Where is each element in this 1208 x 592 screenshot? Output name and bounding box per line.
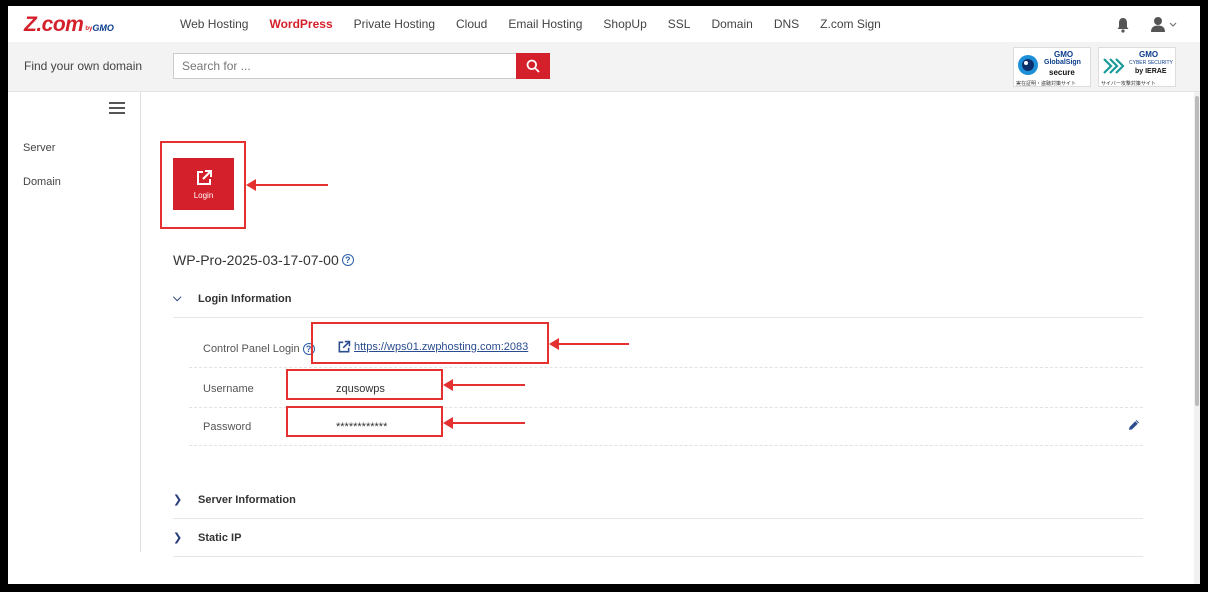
globalsign-secure: secure bbox=[1049, 68, 1075, 77]
annotation-arrow-password bbox=[443, 417, 525, 429]
nav-dns[interactable]: DNS bbox=[774, 17, 799, 31]
top-navigation: Z.com by GMO Web Hosting WordPress Priva… bbox=[8, 6, 1200, 42]
nav-domain[interactable]: Domain bbox=[711, 17, 752, 31]
nav-web-hosting[interactable]: Web Hosting bbox=[180, 17, 248, 31]
browser-viewport: Z.com by GMO Web Hosting WordPress Priva… bbox=[8, 6, 1200, 584]
sidebar-item-server[interactable]: Server bbox=[23, 142, 55, 154]
scrollbar-thumb[interactable] bbox=[1195, 96, 1199, 406]
edit-pencil-icon[interactable] bbox=[1127, 418, 1141, 432]
cyber-caption: サイバー攻撃対策サイト bbox=[1101, 81, 1156, 87]
section-server-information[interactable]: ❯ Server Information bbox=[173, 481, 1143, 519]
page-scrollbar[interactable] bbox=[1194, 92, 1200, 584]
bell-icon[interactable] bbox=[1116, 17, 1130, 33]
annotation-box-password bbox=[286, 406, 443, 437]
nav-ssl[interactable]: SSL bbox=[668, 17, 691, 31]
nav-cloud[interactable]: Cloud bbox=[456, 17, 487, 31]
page-title: WP-Pro-2025-03-17-07-00 ? bbox=[173, 252, 354, 268]
globalsign-caption: 実在証明・盗聴対策サイト bbox=[1016, 81, 1077, 87]
search-icon bbox=[526, 59, 540, 73]
chevron-down-icon: ⌵ bbox=[173, 292, 182, 304]
cyber-line2: by IERAE bbox=[1135, 68, 1167, 75]
sidebar-item-domain[interactable]: Domain bbox=[23, 176, 61, 188]
main-content: Login WP-Pro-2025-03-17-07-00 ? ⌵ Login … bbox=[141, 92, 1200, 584]
globalsign-name: GlobalSign bbox=[1044, 59, 1081, 66]
annotation-box-control-panel bbox=[311, 322, 549, 364]
annotation-arrow-username bbox=[443, 379, 525, 391]
site-name: WP-Pro-2025-03-17-07-00 bbox=[173, 252, 339, 268]
main-nav: Web Hosting WordPress Private Hosting Cl… bbox=[180, 6, 902, 42]
section-label: Static IP bbox=[198, 531, 242, 544]
section-static-ip[interactable]: ❯ Static IP bbox=[173, 519, 1143, 557]
ierae-logo-icon bbox=[1103, 58, 1125, 74]
globalsign-gmo: GMO bbox=[1054, 50, 1074, 59]
username-label: Username bbox=[203, 383, 254, 395]
nav-private-hosting[interactable]: Private Hosting bbox=[354, 17, 435, 31]
chevron-right-icon: ❯ bbox=[173, 532, 183, 544]
globalsign-seal[interactable]: GMO GlobalSign secure 実在証明・盗聴対策サイト bbox=[1013, 47, 1091, 87]
annotation-arrow-control-panel bbox=[549, 338, 629, 350]
sidebar: Server Domain bbox=[8, 92, 141, 552]
domain-search-input[interactable] bbox=[173, 53, 517, 79]
cyber-gmo: GMO bbox=[1139, 50, 1159, 59]
section-login-information[interactable]: ⌵ Login Information bbox=[173, 280, 1143, 318]
domain-search-bar: Find your own domain GMO GlobalSign secu… bbox=[8, 42, 1200, 92]
cyber-security-seal[interactable]: GMO CYBER SECURITY by IERAE サイバー攻撃対策サイト bbox=[1098, 47, 1176, 87]
nav-shopup[interactable]: ShopUp bbox=[603, 17, 646, 31]
section-label: Server Information bbox=[198, 493, 296, 506]
user-icon[interactable] bbox=[1150, 16, 1178, 32]
help-icon[interactable]: ? bbox=[341, 254, 354, 266]
search-button[interactable] bbox=[516, 53, 550, 79]
globalsign-eye-icon bbox=[1018, 55, 1038, 75]
password-label: Password bbox=[203, 421, 252, 433]
annotation-box-login bbox=[160, 141, 246, 229]
chevron-right-icon: ❯ bbox=[173, 494, 183, 506]
zcom-logo[interactable]: Z.com by GMO bbox=[24, 12, 114, 36]
control-panel-label: Control Panel Login ? bbox=[203, 343, 315, 355]
find-domain-label: Find your own domain bbox=[24, 59, 143, 73]
logo-text: Z.com bbox=[24, 13, 84, 36]
nav-email-hosting[interactable]: Email Hosting bbox=[508, 17, 582, 31]
annotation-arrow-login bbox=[246, 179, 328, 191]
control-panel-label-text: Control Panel Login bbox=[203, 343, 300, 355]
logo-by-text: by bbox=[85, 26, 93, 32]
section-label: Login Information bbox=[198, 292, 292, 305]
nav-wordpress[interactable]: WordPress bbox=[269, 17, 332, 31]
cyber-line1: CYBER SECURITY bbox=[1129, 60, 1173, 66]
menu-toggle-icon[interactable] bbox=[109, 102, 125, 114]
logo-gmo-text: GMO bbox=[92, 23, 114, 33]
annotation-box-username bbox=[286, 369, 443, 400]
nav-zcom-sign[interactable]: Z.com Sign bbox=[820, 17, 881, 31]
